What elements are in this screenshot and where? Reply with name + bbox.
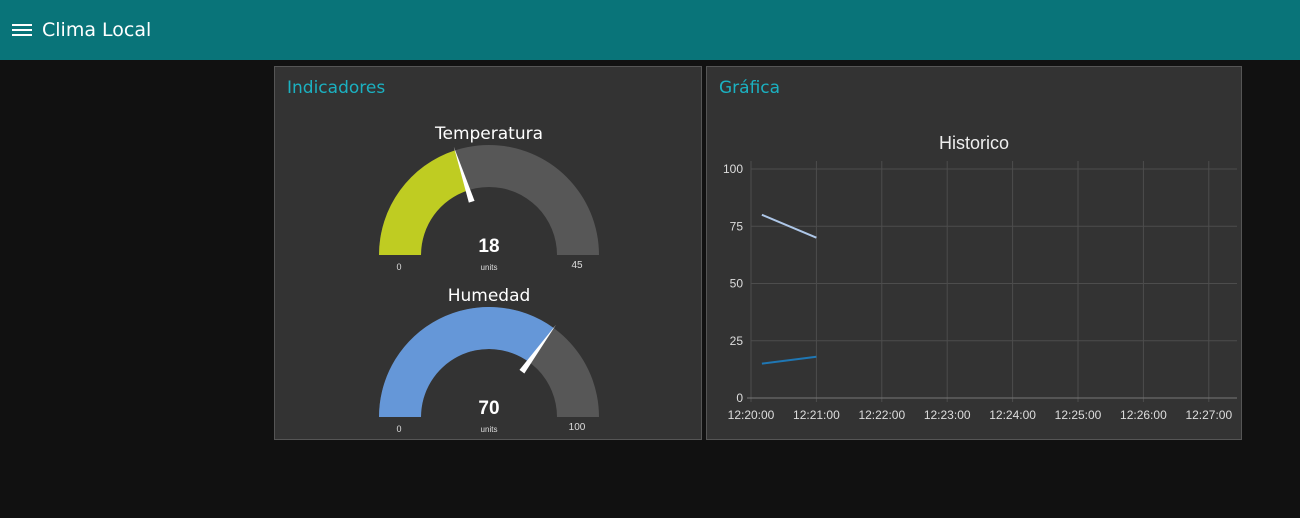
x-tick-label: 12:20:00 <box>728 408 775 422</box>
gauge-value: 18 <box>478 236 499 257</box>
y-tick-label: 75 <box>730 219 744 233</box>
gauge-units: units <box>481 263 498 272</box>
x-tick-label: 12:24:00 <box>989 408 1036 422</box>
top-toolbar: Clima Local <box>0 0 1300 60</box>
x-tick-label: 12:21:00 <box>793 408 840 422</box>
x-tick-label: 12:22:00 <box>858 408 905 422</box>
temperatura-gauge: 18 units 0 45 <box>379 145 599 272</box>
y-tick-label: 0 <box>736 391 743 405</box>
indicators-card-title: Indicadores <box>287 78 386 98</box>
historico-line-chart: Historico 0 25 50 75 100 12:20:00 12:21:00 12:22… <box>723 133 1237 422</box>
x-tick-label: 12:23:00 <box>924 408 971 422</box>
gauge-max-label: 100 <box>569 422 586 433</box>
humedad-gauge: 70 units 0 100 <box>379 307 599 434</box>
app-title: Clima Local <box>42 19 152 41</box>
x-tick-label: 12:27:00 <box>1185 408 1232 422</box>
x-tick-label: 12:25:00 <box>1055 408 1102 422</box>
gauge-label-temperatura: Temperatura <box>434 124 544 144</box>
indicators-card: Indicadores Temperatura 18 units 0 45 Humed… <box>274 66 702 440</box>
x-tick-label: 12:26:00 <box>1120 408 1167 422</box>
y-tick-label: 25 <box>730 334 744 348</box>
chart-title: Historico <box>939 133 1009 153</box>
gauge-fill <box>379 150 468 255</box>
gauge-units: units <box>481 425 498 434</box>
gauge-value: 70 <box>478 398 499 419</box>
gauge-min-label: 0 <box>396 424 401 434</box>
chart-card: Gráfica Historico 0 25 50 75 100 12:20:00 12:21… <box>706 66 1242 440</box>
gauge-min-label: 0 <box>396 262 401 272</box>
gauge-max-label: 45 <box>571 260 583 271</box>
series-line-2 <box>761 355 817 365</box>
y-tick-label: 100 <box>723 162 743 176</box>
hamburger-menu-icon[interactable] <box>10 18 34 42</box>
y-tick-label: 50 <box>730 277 744 291</box>
gauge-label-humedad: Humedad <box>447 286 531 306</box>
